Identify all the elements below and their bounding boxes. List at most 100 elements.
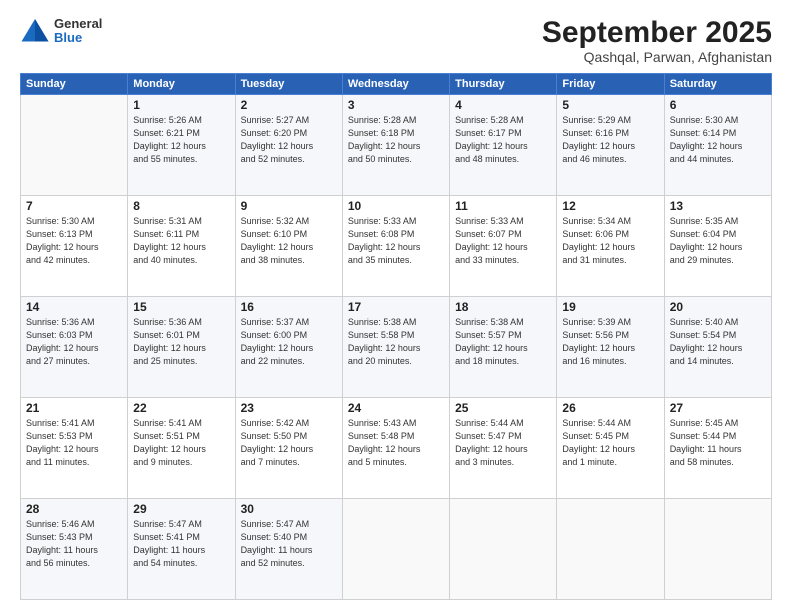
logo-general-text: General: [54, 17, 102, 31]
day-number: 27: [670, 401, 766, 415]
day-info: Sunrise: 5:39 AMSunset: 5:56 PMDaylight:…: [562, 316, 658, 368]
table-row: 26 Sunrise: 5:44 AMSunset: 5:45 PMDayligh…: [557, 398, 664, 499]
calendar-week-row: 7Sunrise: 5:30 AMSunset: 6:13 PMDaylight…: [21, 196, 772, 297]
day-info: Sunrise: 5:42 AMSunset: 5:50 PMDaylight:…: [241, 417, 337, 469]
table-row: 2Sunrise: 5:27 AMSunset: 6:20 PMDaylight…: [235, 95, 342, 196]
table-row: 4Sunrise: 5:28 AMSunset: 6:17 PMDaylight…: [450, 95, 557, 196]
logo-icon: [20, 16, 50, 46]
table-row: 3 Sunrise: 5:28 AMSunset: 6:18 PMDaylight…: [342, 95, 449, 196]
day-number: 21: [26, 401, 122, 415]
day-info: Sunrise: 5:40 AMSunset: 5:54 PMDaylight:…: [670, 316, 766, 368]
day-info: Sunrise: 5:41 AMSunset: 5:53 PMDaylight:…: [26, 417, 122, 469]
day-number: 7: [26, 199, 122, 213]
table-row: 12 Sunrise: 5:34 AMSunset: 6:06 PMDayligh…: [557, 196, 664, 297]
table-row: 29 Sunrise: 5:47 AMSunset: 5:41 PMDayligh…: [128, 499, 235, 600]
day-number: 11: [455, 199, 551, 213]
day-info: Sunrise: 5:30 AMSunset: 6:14 PMDaylight:…: [670, 114, 766, 166]
day-number: 13: [670, 199, 766, 213]
header-saturday: Saturday: [664, 74, 771, 95]
day-info: Sunrise: 5:44 AMSunset: 5:47 PMDaylight:…: [455, 417, 551, 469]
day-info: Sunrise: 5:47 AMSunset: 5:40 PMDaylight:…: [241, 518, 337, 570]
calendar-week-row: 1Sunrise: 5:26 AMSunset: 6:21 PMDaylight…: [21, 95, 772, 196]
header-tuesday: Tuesday: [235, 74, 342, 95]
day-info: Sunrise: 5:36 AMSunset: 6:03 PMDaylight:…: [26, 316, 122, 368]
logo-text: General Blue: [54, 17, 102, 46]
day-number: 28: [26, 502, 122, 516]
day-number: 6: [670, 98, 766, 112]
table-row: 25 Sunrise: 5:44 AMSunset: 5:47 PMDayligh…: [450, 398, 557, 499]
day-number: 12: [562, 199, 658, 213]
day-info: Sunrise: 5:36 AMSunset: 6:01 PMDaylight:…: [133, 316, 229, 368]
day-number: 17: [348, 300, 444, 314]
day-number: 25: [455, 401, 551, 415]
day-info: Sunrise: 5:35 AMSunset: 6:04 PMDaylight:…: [670, 215, 766, 267]
table-row: 20 Sunrise: 5:40 AMSunset: 5:54 PMDayligh…: [664, 297, 771, 398]
day-info: Sunrise: 5:33 AMSunset: 6:08 PMDaylight:…: [348, 215, 444, 267]
table-row: [21, 95, 128, 196]
table-row: 27Sunrise: 5:45 AMSunset: 5:44 PMDayligh…: [664, 398, 771, 499]
page: General Blue September 2025 Qashqal, Par…: [0, 0, 792, 612]
day-number: 18: [455, 300, 551, 314]
table-row: 17 Sunrise: 5:38 AMSunset: 5:58 PMDayligh…: [342, 297, 449, 398]
day-info: Sunrise: 5:32 AMSunset: 6:10 PMDaylight:…: [241, 215, 337, 267]
calendar-week-row: 14 Sunrise: 5:36 AMSunset: 6:03 PMDayligh…: [21, 297, 772, 398]
calendar-week-row: 21 Sunrise: 5:41 AMSunset: 5:53 PMDayligh…: [21, 398, 772, 499]
day-number: 9: [241, 199, 337, 213]
day-number: 15: [133, 300, 229, 314]
table-row: 1Sunrise: 5:26 AMSunset: 6:21 PMDaylight…: [128, 95, 235, 196]
table-row: 5 Sunrise: 5:29 AMSunset: 6:16 PMDaylight…: [557, 95, 664, 196]
table-row: 10 Sunrise: 5:33 AMSunset: 6:08 PMDayligh…: [342, 196, 449, 297]
table-row: [450, 499, 557, 600]
day-number: 24: [348, 401, 444, 415]
table-row: 30 Sunrise: 5:47 AMSunset: 5:40 PMDayligh…: [235, 499, 342, 600]
day-number: 30: [241, 502, 337, 516]
table-row: [342, 499, 449, 600]
day-info: Sunrise: 5:38 AMSunset: 5:57 PMDaylight:…: [455, 316, 551, 368]
table-row: 19 Sunrise: 5:39 AMSunset: 5:56 PMDayligh…: [557, 297, 664, 398]
table-row: 15 Sunrise: 5:36 AMSunset: 6:01 PMDayligh…: [128, 297, 235, 398]
table-row: 16Sunrise: 5:37 AMSunset: 6:00 PMDayligh…: [235, 297, 342, 398]
day-number: 20: [670, 300, 766, 314]
header-sunday: Sunday: [21, 74, 128, 95]
day-number: 23: [241, 401, 337, 415]
table-row: 8Sunrise: 5:31 AMSunset: 6:11 PMDaylight…: [128, 196, 235, 297]
logo: General Blue: [20, 16, 102, 46]
day-info: Sunrise: 5:34 AMSunset: 6:06 PMDaylight:…: [562, 215, 658, 267]
calendar-title: September 2025: [542, 16, 772, 49]
day-info: Sunrise: 5:47 AMSunset: 5:41 PMDaylight:…: [133, 518, 229, 570]
day-info: Sunrise: 5:41 AMSunset: 5:51 PMDaylight:…: [133, 417, 229, 469]
table-row: 24 Sunrise: 5:43 AMSunset: 5:48 PMDayligh…: [342, 398, 449, 499]
day-number: 2: [241, 98, 337, 112]
header-friday: Friday: [557, 74, 664, 95]
day-info: Sunrise: 5:46 AMSunset: 5:43 PMDaylight:…: [26, 518, 122, 570]
day-info: Sunrise: 5:28 AMSunset: 6:18 PMDaylight:…: [348, 114, 444, 166]
day-info: Sunrise: 5:44 AMSunset: 5:45 PMDaylight:…: [562, 417, 658, 469]
calendar-subtitle: Qashqal, Parwan, Afghanistan: [542, 49, 772, 65]
day-info: Sunrise: 5:43 AMSunset: 5:48 PMDaylight:…: [348, 417, 444, 469]
weekday-header-row: Sunday Monday Tuesday Wednesday Thursday…: [21, 74, 772, 95]
table-row: 9 Sunrise: 5:32 AMSunset: 6:10 PMDaylight…: [235, 196, 342, 297]
day-info: Sunrise: 5:38 AMSunset: 5:58 PMDaylight:…: [348, 316, 444, 368]
table-row: 14 Sunrise: 5:36 AMSunset: 6:03 PMDayligh…: [21, 297, 128, 398]
day-info: Sunrise: 5:29 AMSunset: 6:16 PMDaylight:…: [562, 114, 658, 166]
table-row: [664, 499, 771, 600]
day-number: 3: [348, 98, 444, 112]
day-number: 26: [562, 401, 658, 415]
day-number: 14: [26, 300, 122, 314]
table-row: 21 Sunrise: 5:41 AMSunset: 5:53 PMDayligh…: [21, 398, 128, 499]
day-number: 29: [133, 502, 229, 516]
table-row: 22Sunrise: 5:41 AMSunset: 5:51 PMDayligh…: [128, 398, 235, 499]
day-info: Sunrise: 5:31 AMSunset: 6:11 PMDaylight:…: [133, 215, 229, 267]
logo-blue-text: Blue: [54, 31, 102, 45]
day-number: 16: [241, 300, 337, 314]
table-row: 23 Sunrise: 5:42 AMSunset: 5:50 PMDayligh…: [235, 398, 342, 499]
day-number: 10: [348, 199, 444, 213]
day-number: 5: [562, 98, 658, 112]
day-number: 19: [562, 300, 658, 314]
calendar-table: Sunday Monday Tuesday Wednesday Thursday…: [20, 73, 772, 600]
day-info: Sunrise: 5:33 AMSunset: 6:07 PMDaylight:…: [455, 215, 551, 267]
table-row: 28 Sunrise: 5:46 AMSunset: 5:43 PMDayligh…: [21, 499, 128, 600]
table-row: 18 Sunrise: 5:38 AMSunset: 5:57 PMDayligh…: [450, 297, 557, 398]
day-number: 1: [133, 98, 229, 112]
table-row: [557, 499, 664, 600]
